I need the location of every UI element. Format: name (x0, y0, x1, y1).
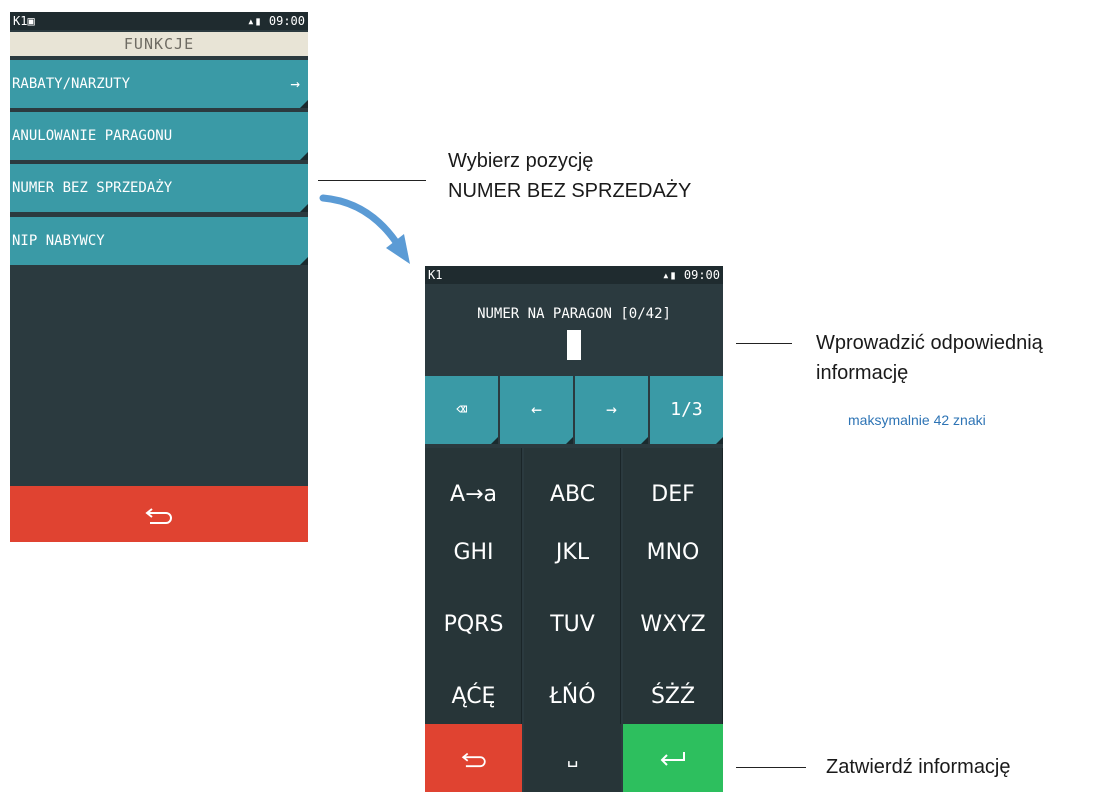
key-label: A→a (450, 482, 497, 507)
menu-item-buyer-nip[interactable]: NIP NABYWCY (10, 217, 308, 265)
leader-line-confirm (736, 767, 806, 768)
arrow-right-icon: → (290, 74, 300, 93)
input-prompt: NUMER NA PARAGON [0/42] (477, 306, 671, 322)
menu-item-label: NUMER BEZ SPRZEDAŻY (12, 180, 173, 196)
back-button[interactable] (425, 724, 522, 792)
cursor-left-button[interactable]: ← (500, 376, 573, 444)
backspace-button[interactable]: ⌫ (425, 376, 498, 444)
menu-item-cancel-receipt[interactable]: ANULOWANIE PARAGONU (10, 112, 308, 160)
enter-button[interactable] (623, 724, 723, 792)
annotation-select-line2: NUMER BEZ SPRZEDAŻY (448, 180, 692, 202)
status-bar: K1▣ ▴▮ 09:00 (10, 12, 308, 30)
key-label: TUV (550, 612, 595, 637)
space-icon: ␣ (566, 747, 579, 768)
annotation-confirm: Zatwierdź informację (826, 756, 1011, 778)
annotation-input: Wprowadzić odpowiednią informację (816, 328, 1043, 388)
arrow-left-icon: ← (531, 399, 542, 420)
enter-icon (660, 751, 685, 766)
menu-item-label: ANULOWANIE PARAGONU (12, 128, 173, 144)
status-left: K1 (428, 268, 443, 282)
functions-screen: K1▣ ▴▮ 09:00 FUNKCJE RABATY/NARZUTY → AN… (10, 12, 308, 542)
arrow-right-icon: → (606, 399, 617, 420)
key-label: GHI (453, 540, 494, 565)
status-bar: K1 ▴▮ 09:00 (425, 266, 723, 284)
annotation-select: Wybierz pozycję NUMER BEZ SPRZEDAŻY (448, 146, 691, 206)
page-indicator: 1/3 (670, 399, 703, 420)
keyboard-page-button[interactable]: 1/3 (650, 376, 723, 444)
space-button[interactable]: ␣ (524, 724, 621, 792)
annotation-input-line2: informację (816, 362, 909, 384)
key-label: PQRS (443, 612, 504, 637)
input-screen: K1 ▴▮ 09:00 NUMER NA PARAGON [0/42] ⌫ ← … (425, 266, 723, 792)
back-button[interactable] (10, 486, 308, 542)
annotation-select-line1: Wybierz pozycję (448, 150, 594, 172)
menu-item-discounts[interactable]: RABATY/NARZUTY → (10, 60, 308, 108)
key-label: MNO (646, 540, 700, 565)
key-label: ĄĆĘ (451, 684, 496, 709)
key-label: ABC (549, 482, 596, 507)
key-label: ŚŻŹ (650, 684, 696, 709)
key-label: ŁŃÓ (549, 684, 596, 709)
text-cursor[interactable] (567, 330, 581, 360)
menu-item-number-without-sale[interactable]: NUMER BEZ SPRZEDAŻY (10, 164, 308, 212)
status-left: K1▣ (13, 14, 35, 28)
annotation-input-note: maksymalnie 42 znaki (848, 412, 986, 428)
flow-arrow-icon (319, 194, 410, 264)
key-label: DEF (651, 482, 695, 507)
leader-line-input (736, 343, 792, 344)
key-label: WXYZ (640, 612, 706, 637)
cursor-right-button[interactable]: → (575, 376, 648, 444)
status-right: ▴▮ 09:00 (247, 14, 305, 28)
key-label: JKL (555, 540, 590, 565)
menu-item-label: RABATY/NARZUTY (12, 76, 131, 92)
screen-title: FUNKCJE (10, 32, 308, 56)
leader-line-select (318, 180, 426, 181)
backspace-icon: ⌫ (456, 399, 467, 420)
annotation-input-line1: Wprowadzić odpowiednią (816, 332, 1043, 354)
menu-item-label: NIP NABYWCY (12, 233, 105, 249)
back-icon (145, 507, 172, 524)
back-icon (461, 752, 486, 767)
status-right: ▴▮ 09:00 (662, 268, 720, 282)
